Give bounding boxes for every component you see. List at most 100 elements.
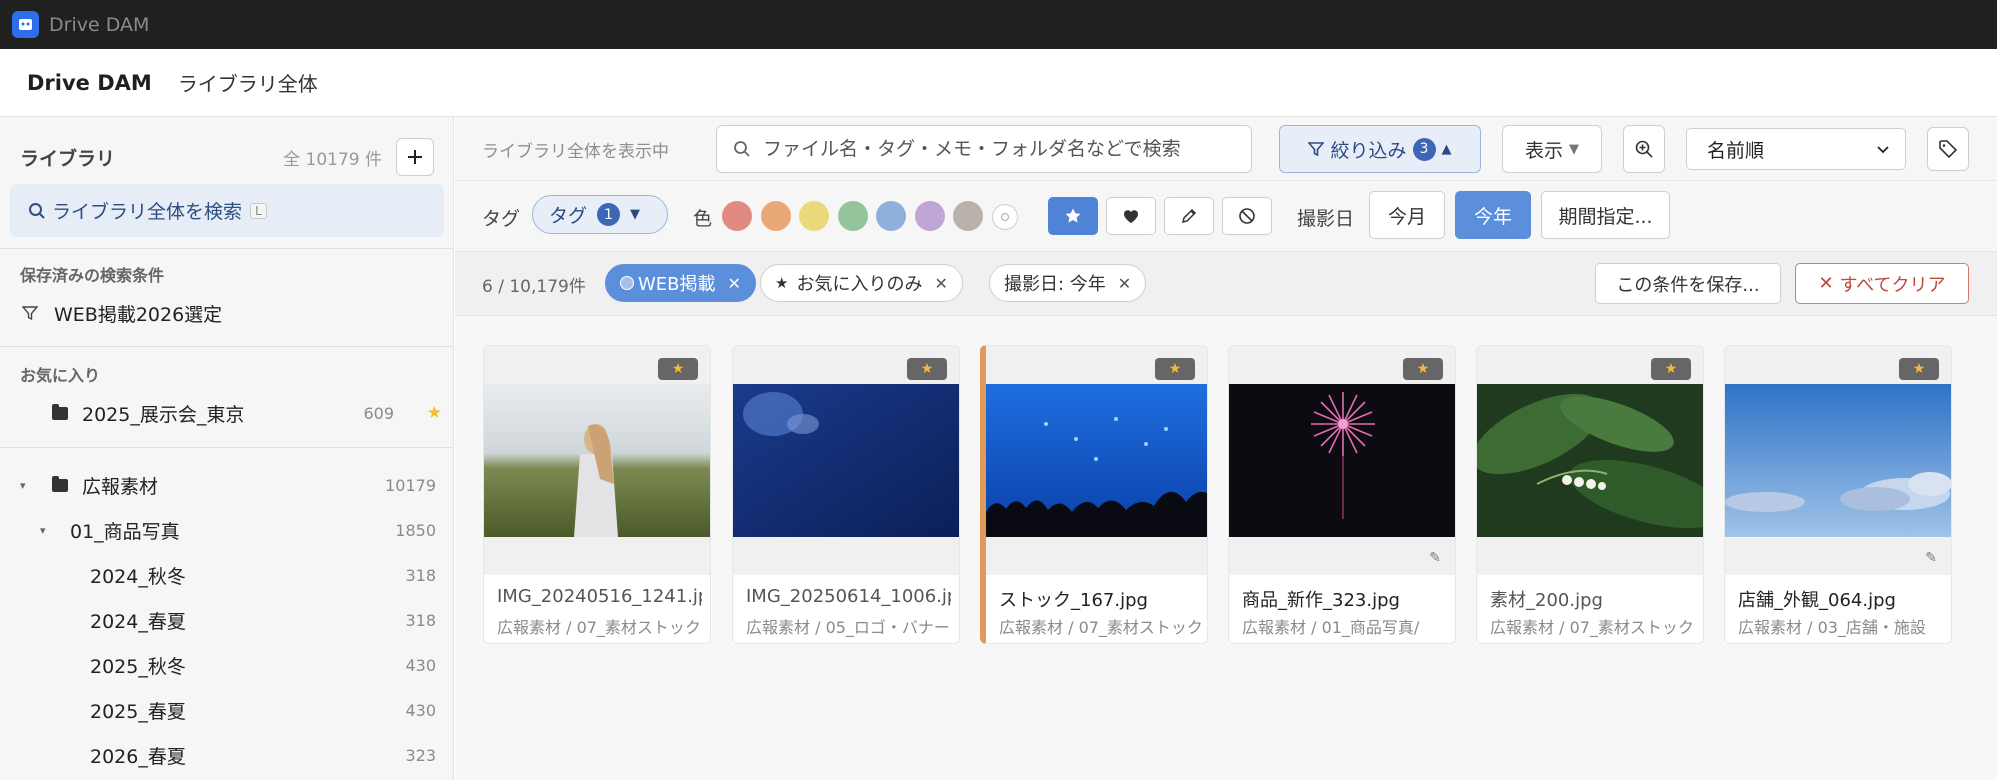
tree-item-label: 2024_春夏 xyxy=(90,610,186,633)
color-filter-label: 色 xyxy=(693,208,713,230)
thumbnail-area xyxy=(1477,346,1703,575)
tree-item-product-photos[interactable]: ▾ 01_商品写真 1850 xyxy=(0,510,453,550)
color-swatch[interactable] xyxy=(876,201,906,231)
caret-down-icon[interactable]: ▾ xyxy=(40,524,54,537)
tree-item-2024-aw[interactable]: 2024_秋冬 318 xyxy=(0,555,453,595)
scope-status: ライブラリ全体を表示中 xyxy=(482,142,669,162)
tree-item-label: 広報素材 xyxy=(82,475,159,498)
tag-manager-button[interactable] xyxy=(1927,127,1969,171)
tree-item-2026-ss[interactable]: 2026_春夏 323 xyxy=(0,735,453,775)
asset-path: 広報素材 / 05_ロゴ・バナー xyxy=(746,618,950,637)
saved-search-item[interactable]: WEB掲載2026選定 xyxy=(0,293,453,333)
pencil-icon xyxy=(1181,208,1197,224)
asset-path: 広報素材 / 01_商品写真/ xyxy=(1242,618,1420,637)
clear-all-label: すべてクリア xyxy=(1839,274,1946,296)
tree-item-count: 318 xyxy=(405,565,436,585)
asset-card[interactable]: ★ IMG_20250614_1006.jpg 広報素材 / 05_ロゴ・バナー xyxy=(732,345,960,644)
favorite-badge[interactable]: ★ xyxy=(1899,358,1939,380)
this-year-button[interactable]: 今年 xyxy=(1455,191,1531,239)
asset-card[interactable]: ★ ✎ 店舗_外観_064.jpg 広報素材 / 03_店舗・施設 xyxy=(1724,345,1952,644)
caret-down-icon[interactable]: ▾ xyxy=(20,479,34,492)
edited-filter-toggle[interactable] xyxy=(1164,197,1214,235)
search-field[interactable] xyxy=(716,125,1252,173)
filter-icon xyxy=(22,306,38,321)
tree-item-label: 2024_秋冬 xyxy=(90,565,186,588)
tag-filter-label: タグ xyxy=(482,208,521,230)
add-button[interactable] xyxy=(396,138,434,176)
library-title: ライブラリ xyxy=(20,147,116,170)
sort-value: 名前順 xyxy=(1707,139,1765,162)
color-dot-icon xyxy=(620,276,634,290)
thumbnail-area xyxy=(986,346,1207,575)
star-icon xyxy=(1065,208,1081,223)
tree-item-2025-aw[interactable]: 2025_秋冬 430 xyxy=(0,645,453,685)
save-conditions-button[interactable]: この条件を保存... xyxy=(1595,263,1781,304)
asset-card-selected[interactable]: ★ ストック_167.jpg 広報素材 / 07_素材ストック xyxy=(980,345,1208,644)
search-icon xyxy=(734,141,750,157)
tree-item-2025-ss[interactable]: 2025_春夏 430 xyxy=(0,690,453,730)
filter-button[interactable]: 絞り込み 3 ▲ xyxy=(1279,125,1481,173)
favorite-filter-toggle[interactable] xyxy=(1048,197,1098,235)
breadcrumb[interactable]: ライブラリ全体 xyxy=(178,68,318,97)
tree-item-pr-materials[interactable]: ▾ 広報素材 10179 xyxy=(0,465,453,505)
favorite-badge[interactable]: ★ xyxy=(658,358,698,380)
color-swatch[interactable] xyxy=(760,201,791,231)
tree-item-2024-ss[interactable]: 2024_春夏 318 xyxy=(0,600,453,640)
asset-card[interactable]: ★ ✎ 商品_新作_323.jpg 広報素材 / 01_商品写真/ xyxy=(1228,345,1456,644)
sort-select[interactable]: 名前順 xyxy=(1686,128,1906,170)
this-month-button[interactable]: 今月 xyxy=(1369,191,1445,239)
asset-card[interactable]: ★ IMG_20240516_1241.jpg 広報素材 / 07_素材ストック xyxy=(483,345,711,644)
close-icon[interactable]: ✕ xyxy=(728,274,741,293)
no-color-swatch[interactable] xyxy=(992,204,1018,230)
favorite-badge[interactable]: ★ xyxy=(1651,358,1691,380)
period-button[interactable]: 期間指定... xyxy=(1541,191,1670,239)
favorite-badge[interactable]: ★ xyxy=(1403,358,1443,380)
thumbnail-area xyxy=(1725,346,1951,575)
asset-card[interactable]: ★ 素材_200.jpg 広報素材 / 07_素材ストック xyxy=(1476,345,1704,644)
clear-all-button[interactable]: ✕ すべてクリア xyxy=(1795,263,1969,304)
asset-grid: ★ IMG_20240516_1241.jpg 広報素材 / 07_素材ストック… xyxy=(455,316,1997,780)
folder-icon xyxy=(52,403,68,420)
tag-pill-label: タグ xyxy=(549,205,588,227)
tree-item-count: 1850 xyxy=(395,520,436,540)
chip-favorites-only[interactable]: ★ お気に入りのみ ✕ xyxy=(760,264,963,302)
asset-path: 広報素材 / 07_素材ストック xyxy=(999,618,1203,637)
tree-item-label: 2026_春夏 xyxy=(90,745,186,768)
view-button[interactable]: 表示 ▼ xyxy=(1502,125,1602,173)
asset-path: 広報素材 / 03_店舗・施設 xyxy=(1738,618,1926,637)
saved-searches-heading: 保存済みの検索条件 xyxy=(20,266,165,285)
asset-thumbnail xyxy=(733,384,959,537)
thumbnail-area xyxy=(1229,346,1455,575)
tree-item-count: 10179 xyxy=(385,475,436,495)
saved-search-label: WEB掲載2026選定 xyxy=(54,303,223,326)
chip-web-published[interactable]: WEB掲載 ✕ xyxy=(605,264,756,302)
close-icon[interactable]: ✕ xyxy=(934,274,947,293)
color-swatch[interactable] xyxy=(837,201,868,231)
main-panel: ライブラリ全体を表示中 絞り込み 3 ▲ 表示 ▼ 名前順 タグ タグ xyxy=(455,117,1997,780)
asset-filename: IMG_20240516_1241.jpg xyxy=(497,586,702,607)
favorite-badge[interactable]: ★ xyxy=(907,358,947,380)
color-swatch[interactable] xyxy=(722,201,752,231)
favorite-badge[interactable]: ★ xyxy=(1155,358,1195,380)
color-swatch[interactable] xyxy=(799,201,829,231)
pencil-icon: ✎ xyxy=(1429,550,1441,566)
star-icon: ★ xyxy=(775,274,789,292)
search-input[interactable] xyxy=(763,138,1243,160)
chevron-down-icon: ▼ xyxy=(1569,141,1579,157)
asset-thumbnail xyxy=(1477,384,1703,537)
excluded-filter-toggle[interactable] xyxy=(1222,197,1272,235)
color-swatch[interactable] xyxy=(914,201,945,231)
chip-date-this-year[interactable]: 撮影日: 今年 ✕ xyxy=(989,264,1147,302)
color-swatch[interactable] xyxy=(953,201,983,231)
library-search-button[interactable]: ライブラリ全体を検索 L xyxy=(10,184,444,237)
tag-filter-dropdown[interactable]: タグ 1 ▼ xyxy=(532,195,668,234)
favorite-folder-item[interactable]: 2025_展示会_東京 609 ★ xyxy=(0,393,453,433)
like-filter-toggle[interactable] xyxy=(1106,197,1156,235)
asset-thumbnail xyxy=(1725,384,1951,537)
close-icon[interactable]: ✕ xyxy=(1118,274,1131,293)
favorite-folder-count: 609 xyxy=(363,403,394,423)
favorites-heading: お気に入り xyxy=(20,366,101,385)
asset-filename: IMG_20250614_1006.jpg xyxy=(746,586,951,607)
zoom-button[interactable] xyxy=(1623,125,1665,173)
sidebar: ライブラリ 全 10179 件 ライブラリ全体を検索 L 保存済みの検索条件 W… xyxy=(0,117,454,780)
